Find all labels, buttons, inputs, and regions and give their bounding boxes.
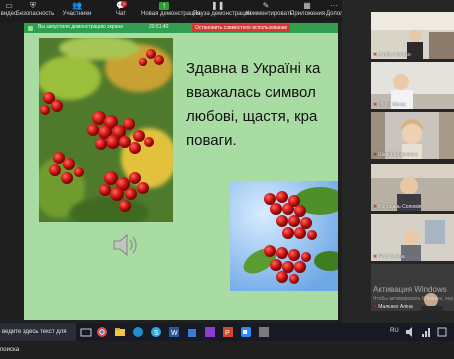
stop-share-button[interactable]: Остановить совместное использование [192,24,291,32]
search-placeholder: ведите здесь текст для поиска [0,329,67,353]
mic-muted-icon: ✕ [373,304,378,310]
volume-icon[interactable] [404,326,416,338]
speaker-icon[interactable] [112,233,140,257]
mic-muted-icon: ✕ [373,102,378,108]
shared-slide: Здавна в Україні ка вважалась символ люб… [24,33,338,320]
security-button[interactable]: ⛨ Безопасность [16,0,54,22]
mic-muted-icon: ✕ [373,152,378,158]
participant-tile[interactable]: ✕Andriy Usenko [371,12,454,59]
more-icon: ··· [330,1,338,10]
more-button[interactable]: ··· Допол [326,0,343,22]
windows-activation-subtitle: Чтобы активировать Windows, перейдите в … [373,296,453,302]
slide-line-1: Здавна в Україні ка [186,60,321,77]
pause-icon: ❚❚ [211,1,225,10]
apps-icon: ▦ [303,1,311,10]
share-screen-icon: ↑ [159,2,169,10]
app-icon[interactable] [258,326,270,338]
participant-tile[interactable]: ✕Daniil Moroz [371,62,454,109]
annotate-icon: ✎ [262,1,270,10]
chat-icon: 💬1 [116,1,127,10]
network-icon[interactable] [420,326,432,338]
video-icon: ▭ [5,1,13,10]
zoom-icon[interactable] [240,326,252,338]
chat-badge: 1 [121,1,127,7]
participant-name: iPad Олена [378,254,405,260]
mic-muted-icon: ✕ [373,52,378,58]
svg-text:P: P [225,330,230,337]
new-share-button[interactable]: ↑ Новая демонстрация [141,0,200,22]
participants-icon: 👥 [72,1,82,10]
chrome-icon[interactable] [96,326,108,338]
language-indicator[interactable]: RU [390,328,399,334]
meeting-toolbar: ▭ видео ⛨ Безопасность 👥 Участники 💬1 Ча… [0,0,343,22]
chat-button[interactable]: 💬1 Чат [112,0,130,22]
taskbar-search[interactable]: ведите здесь текст для поиска [0,323,76,353]
edge-icon[interactable] [132,326,144,338]
powerpoint-icon[interactable]: P [222,326,234,338]
slide-text: Здавна в Україні ка вважалась символ люб… [186,57,338,153]
apps-button[interactable]: ▦ Приложения [290,0,325,22]
participant-name: Бородань Соломія [378,204,422,210]
taskbar: ведите здесь текст для поиска S W P RU [0,323,454,353]
share-banner: Вы запустили демонстрацию экрана 20:51:4… [24,23,338,33]
participants-button[interactable]: 👥 Участники [62,0,92,22]
participant-tile[interactable]: ✕Шарій Кравченко [371,112,454,159]
windows-activation-title: Активация Windows [373,285,447,294]
viburnum-photo-2 [230,181,338,291]
viburnum-photo-1 [39,38,173,222]
slide-line-4: поваги. [186,132,237,149]
slide-line-2: вважалась символ [186,84,316,101]
participant-name: Шарій Кравченко [378,152,418,158]
meeting-id: 20:51:40 [149,24,169,30]
explorer-icon[interactable] [114,326,126,338]
share-indicator-icon [28,26,33,31]
participant-name: Малєнко Аліна [378,304,413,310]
mic-muted-icon: ✕ [373,204,378,210]
annotate-button[interactable]: ✎ Комментировать [246,0,293,22]
slide-line-3: любові, щастя, кра [186,108,318,125]
participant-tile[interactable]: ✕iPad Олена [371,214,454,261]
share-status-text: Вы запустили демонстрацию экрана [38,24,123,30]
svg-text:S: S [154,330,159,337]
participant-name: Daniil Moroz [378,102,406,108]
svg-text:W: W [171,330,178,337]
pause-share-button[interactable]: ❚❚ Пауза демонстрации [193,0,252,22]
shield-icon: ⛨ [30,1,36,10]
participants-panel: ✕Andriy Usenko ✕Daniil Moroz ✕Шарій Крав… [342,0,454,323]
store-icon[interactable] [186,326,198,338]
participant-name: Andriy Usenko [378,52,411,58]
notifications-icon[interactable] [436,326,448,338]
mic-muted-icon: ✕ [373,254,378,260]
skype-icon[interactable]: S [150,326,162,338]
word-icon[interactable]: W [168,326,180,338]
participant-tile[interactable]: ✕Бородань Соломія [371,164,454,211]
app-icon[interactable] [204,326,216,338]
task-view-icon[interactable] [80,326,92,338]
